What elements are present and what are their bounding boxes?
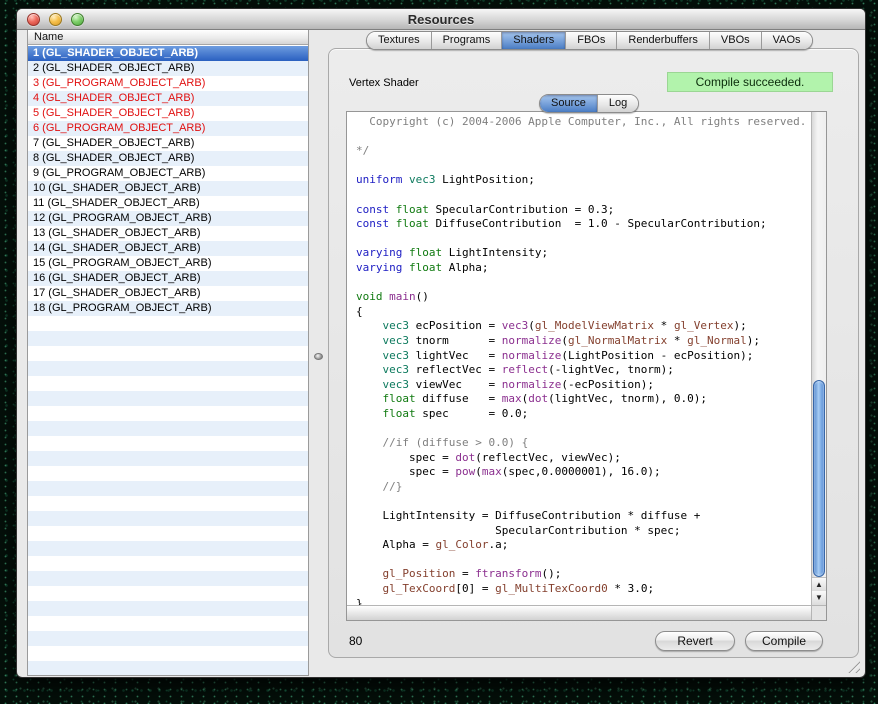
code-line: Alpha = gl_Color.a; (356, 538, 811, 553)
tab-programs[interactable]: Programs (431, 32, 502, 49)
compile-button[interactable]: Compile (745, 631, 823, 651)
tab-textures[interactable]: Textures (367, 32, 431, 49)
scrollbar-thumb[interactable] (813, 380, 825, 577)
resource-list: 1 (GL_SHADER_OBJECT_ARB)2 (GL_SHADER_OBJ… (28, 46, 308, 675)
code-line (356, 494, 811, 509)
code-line: varying float LightIntensity; (356, 246, 811, 261)
code-line (356, 159, 811, 174)
scroll-up-arrow-icon[interactable]: ▲ (812, 577, 826, 591)
code-line: vec3 ecPosition = vec3(gl_ModelViewMatri… (356, 319, 811, 334)
shaders-panel: Vertex Shader Compile succeeded. SourceL… (328, 48, 859, 658)
list-item[interactable]: 13 (GL_SHADER_OBJECT_ARB) (28, 226, 308, 241)
resource-table: Name 1 (GL_SHADER_OBJECT_ARB)2 (GL_SHADE… (27, 30, 309, 676)
code-line: } (356, 597, 811, 605)
code-line: spec = dot(reflectVec, viewVec); (356, 451, 811, 466)
subtab-source[interactable]: Source (540, 95, 597, 112)
pane-splitter[interactable] (309, 30, 328, 676)
list-item[interactable]: 10 (GL_SHADER_OBJECT_ARB) (28, 181, 308, 196)
scrollbar-corner (811, 605, 826, 620)
code-text-area[interactable]: Copyright (c) 2004-2006 Apple Computer, … (347, 112, 811, 605)
title-bar[interactable]: Resources (17, 9, 865, 30)
shader-type-label: Vertex Shader (349, 77, 419, 89)
tab-renderbuffers[interactable]: Renderbuffers (616, 32, 709, 49)
code-line: //if (diffuse > 0.0) { (356, 436, 811, 451)
code-line (356, 553, 811, 568)
list-item[interactable]: 5 (GL_SHADER_OBJECT_ARB) (28, 106, 308, 121)
revert-button[interactable]: Revert (655, 631, 735, 651)
code-line (356, 130, 811, 145)
list-item[interactable]: 4 (GL_SHADER_OBJECT_ARB) (28, 91, 308, 106)
code-line: uniform vec3 LightPosition; (356, 173, 811, 188)
code-line: SpecularContribution * spec; (356, 524, 811, 539)
code-line: float diffuse = max(dot(lightVec, tnorm)… (356, 392, 811, 407)
list-item[interactable]: 14 (GL_SHADER_OBJECT_ARB) (28, 241, 308, 256)
code-line: spec = pow(max(spec,0.0000001), 16.0); (356, 465, 811, 480)
shader-source-editor: Copyright (c) 2004-2006 Apple Computer, … (346, 111, 827, 621)
code-line: vec3 tnorm = normalize(gl_NormalMatrix *… (356, 334, 811, 349)
subtab-log[interactable]: Log (597, 95, 638, 112)
list-item[interactable]: 6 (GL_PROGRAM_OBJECT_ARB) (28, 121, 308, 136)
scroll-down-arrow-icon[interactable]: ▼ (812, 591, 826, 605)
tab-shaders[interactable]: Shaders (501, 32, 565, 49)
list-item[interactable]: 18 (GL_PROGRAM_OBJECT_ARB) (28, 301, 308, 316)
resource-id-label: 80 (349, 634, 362, 648)
code-line: */ (356, 144, 811, 159)
tab-vaos[interactable]: VAOs (761, 32, 812, 49)
list-item[interactable]: 17 (GL_SHADER_OBJECT_ARB) (28, 286, 308, 301)
code-line: vec3 lightVec = normalize(LightPosition … (356, 349, 811, 364)
code-line: gl_Position = ftransform(); (356, 567, 811, 582)
code-line (356, 232, 811, 247)
code-line: const float DiffuseContribution = 1.0 - … (356, 217, 811, 232)
code-line: { (356, 305, 811, 320)
code-line (356, 188, 811, 203)
resize-grip-icon[interactable] (845, 658, 860, 673)
horizontal-scrollbar[interactable] (347, 605, 811, 620)
vertical-scrollbar[interactable]: ▲ ▼ (811, 112, 826, 605)
subtab-strip: SourceLog (539, 94, 639, 113)
list-item[interactable]: 9 (GL_PROGRAM_OBJECT_ARB) (28, 166, 308, 181)
window-title: Resources (17, 12, 865, 27)
resources-window: Resources Name 1 (GL_SHADER_OBJECT_ARB)2… (16, 8, 866, 678)
name-column-header[interactable]: Name (28, 30, 308, 45)
compile-status-badge: Compile succeeded. (667, 72, 833, 92)
code-line: void main() (356, 290, 811, 305)
list-item[interactable]: 1 (GL_SHADER_OBJECT_ARB) (28, 46, 308, 61)
list-item[interactable]: 15 (GL_PROGRAM_OBJECT_ARB) (28, 256, 308, 271)
list-item[interactable]: 3 (GL_PROGRAM_OBJECT_ARB) (28, 76, 308, 91)
list-item[interactable]: 2 (GL_SHADER_OBJECT_ARB) (28, 61, 308, 76)
code-line: const float SpecularContribution = 0.3; (356, 203, 811, 218)
code-line: LightIntensity = DiffuseContribution * d… (356, 509, 811, 524)
list-item[interactable]: 12 (GL_PROGRAM_OBJECT_ARB) (28, 211, 308, 226)
code-line (356, 276, 811, 291)
tab-vbos[interactable]: VBOs (709, 32, 761, 49)
list-item[interactable]: 16 (GL_SHADER_OBJECT_ARB) (28, 271, 308, 286)
code-line: //} (356, 480, 811, 495)
code-line: varying float Alpha; (356, 261, 811, 276)
code-line (356, 421, 811, 436)
code-line: vec3 reflectVec = reflect(-lightVec, tno… (356, 363, 811, 378)
splitter-handle-icon[interactable] (314, 353, 323, 360)
code-line: Copyright (c) 2004-2006 Apple Computer, … (356, 115, 811, 130)
code-line: float spec = 0.0; (356, 407, 811, 422)
tab-fbos[interactable]: FBOs (565, 32, 616, 49)
tab-strip: TexturesProgramsShadersFBOsRenderbuffers… (366, 31, 813, 50)
list-item[interactable]: 8 (GL_SHADER_OBJECT_ARB) (28, 151, 308, 166)
desktop-background: Resources Name 1 (GL_SHADER_OBJECT_ARB)2… (0, 0, 878, 704)
code-line: gl_TexCoord[0] = gl_MultiTexCoord0 * 3.0… (356, 582, 811, 597)
code-line: vec3 viewVec = normalize(-ecPosition); (356, 378, 811, 393)
list-item[interactable]: 7 (GL_SHADER_OBJECT_ARB) (28, 136, 308, 151)
list-item[interactable]: 11 (GL_SHADER_OBJECT_ARB) (28, 196, 308, 211)
